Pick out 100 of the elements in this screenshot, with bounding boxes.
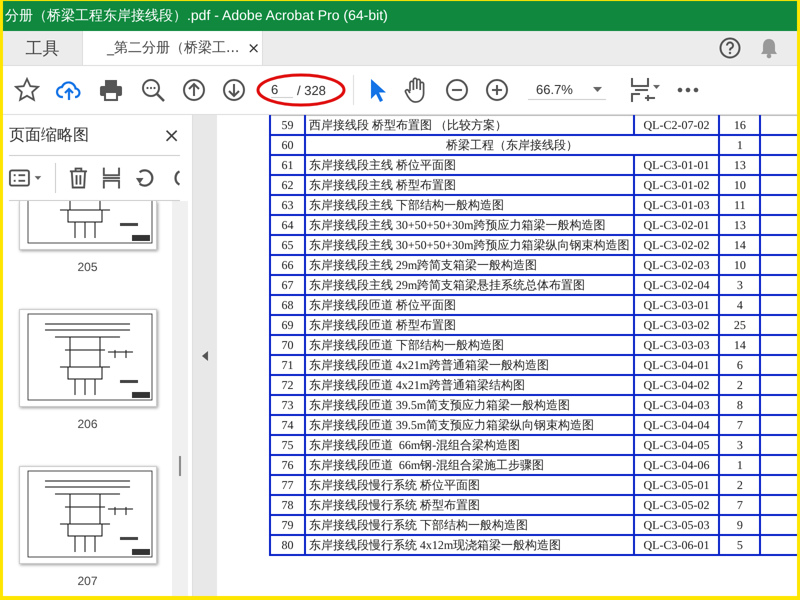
print-icon[interactable] [98, 78, 124, 102]
star-icon[interactable] [14, 77, 40, 103]
table-cell: 西岸接线段 桥型布置图 （比较方案） [304, 116, 634, 135]
table-cell: 东岸接线段匝道 39.5m简支预应力箱梁一般构造图 [304, 395, 634, 415]
table-cell: 东岸接线段慢行系统 4x12m现浇箱梁一般构造图 [304, 535, 634, 555]
close-panel-button[interactable]: × [163, 123, 180, 147]
table-cell: 1 [719, 135, 760, 155]
table-cell: 东岸接线段匝道 桥型布置图 [304, 315, 634, 335]
table-cell: 66 [270, 255, 305, 275]
zoom-dropdown[interactable]: 66.7% [528, 80, 606, 100]
table-cell: 68 [270, 295, 305, 315]
table-cell: QL-C3-04-02 [634, 375, 720, 395]
table-cell: 1 [719, 455, 760, 475]
table-cell: 11 [719, 195, 760, 215]
table-cell: 62 [270, 175, 305, 195]
table-cell: QL-C3-03-01 [634, 295, 720, 315]
page-thumbnail[interactable] [18, 466, 156, 564]
table-cell: 东岸接线段主线 下部结构一般构造图 [304, 195, 634, 215]
table-cell: 8 [719, 395, 760, 415]
table-cell: 76 [270, 455, 305, 475]
page-number-field[interactable]: 6 [271, 82, 293, 98]
table-cell: 9 [719, 515, 760, 535]
options-icon[interactable] [9, 168, 44, 188]
table-cell: QL-C3-04-04 [634, 415, 720, 435]
collapse-arrow-icon[interactable] [202, 350, 208, 360]
page-fit-icon[interactable] [628, 76, 661, 104]
table-cell: 7 [719, 495, 760, 515]
caret-icon [592, 87, 602, 92]
table-cell: 78 [270, 495, 305, 515]
table-cell: 7 [719, 415, 760, 435]
table-cell: QL-C3-04-01 [634, 355, 720, 375]
table-cell: 16 [719, 116, 760, 135]
table-cell: 东岸接线段匝道 4x21m跨普通箱梁一般构造图 [304, 355, 634, 375]
table-cell: QL-C3-02-02 [634, 235, 720, 255]
table-cell: 14 [719, 335, 760, 355]
table-cell: 5 [719, 535, 760, 555]
help-icon[interactable] [719, 37, 741, 59]
table-cell: 79 [270, 515, 305, 535]
next-page-icon[interactable] [222, 78, 246, 102]
table-cell: QL-C3-01-03 [634, 195, 720, 215]
table-cell: QL-C3-02-04 [634, 275, 720, 295]
page-thumbnail[interactable] [18, 309, 156, 407]
table-cell: 东岸接线段匝道 39.5m简支预应力箱梁纵向钢束构造图 [304, 415, 634, 435]
table-cell: QL-C3-04-06 [634, 455, 720, 475]
table-cell: 10 [719, 255, 760, 275]
table-cell: 72 [270, 375, 305, 395]
table-cell: 67 [270, 275, 305, 295]
table-cell: 80 [270, 535, 305, 555]
table-cell: 东岸接线段慢行系统 桥位平面图 [304, 475, 634, 495]
table-cell: 东岸接线段匝道 66m钢-混组合梁施工步骤图 [304, 455, 634, 475]
page-label: 207 [77, 574, 98, 588]
table-cell: 东岸接线段匝道 下部结构一般构造图 [304, 335, 634, 355]
table-cell: 2 [719, 475, 760, 495]
table-cell: 71 [270, 355, 305, 375]
table-cell: 3 [719, 275, 760, 295]
trash-icon[interactable] [68, 166, 89, 190]
table-cell: QL-C3-05-01 [634, 475, 720, 495]
table-cell: QL-C3-01-02 [634, 175, 720, 195]
zoom-in-icon[interactable] [485, 78, 509, 102]
previous-page-icon[interactable] [182, 78, 206, 102]
table-cell: 73 [270, 395, 305, 415]
scrollbar[interactable] [172, 201, 188, 596]
zoom-out-icon[interactable] [445, 78, 469, 102]
table-cell: 6 [719, 355, 760, 375]
zoom-search-icon[interactable] [140, 77, 166, 103]
table-cell: 东岸接线段主线 29m跨简支箱梁悬挂系统总体布置图 [304, 275, 634, 295]
table-cell: 东岸接线段主线 30+50+50+30m跨预应力箱梁纵向钢束构造图 [304, 235, 634, 255]
table-cell: QL-C3-03-02 [634, 315, 720, 335]
table-cell: 77 [270, 475, 305, 495]
close-tab-button[interactable]: × [247, 39, 260, 57]
table-cell: 东岸接线段主线 桥位平面图 [304, 155, 634, 175]
table-cell: 东岸接线段慢行系统 下部结构一般构造图 [304, 515, 634, 535]
page-label: 205 [77, 260, 98, 274]
page-thumbnail[interactable] [18, 201, 156, 250]
insert-page-icon[interactable] [100, 166, 122, 190]
table-cell: 60 [270, 135, 305, 155]
table-cell: QL-C3-02-03 [634, 255, 720, 275]
table-cell: QL-C3-05-03 [634, 515, 720, 535]
table-cell: 东岸接线段匝道 4x21m跨普通箱梁结构图 [304, 375, 634, 395]
more-icon[interactable] [676, 87, 699, 93]
table-cell: 74 [270, 415, 305, 435]
table-cell: 13 [719, 215, 760, 235]
tab[interactable]: _第二分册（桥梁工... × [83, 31, 263, 65]
window-title: 分册（桥梁工程东岸接线段）.pdf - Adobe Acrobat Pro (64-bit) [4, 7, 388, 25]
table-cell: QL-C3-05-02 [634, 495, 720, 515]
table-cell: QL-C3-02-01 [634, 215, 720, 235]
table-cell: 13 [719, 155, 760, 175]
table-cell: 东岸接线段主线 桥型布置图 [304, 175, 634, 195]
table-cell: 61 [270, 155, 305, 175]
table-cell: 64 [270, 215, 305, 235]
table-cell: 75 [270, 435, 305, 455]
table-cell: 69 [270, 315, 305, 335]
table-cell: 25 [719, 315, 760, 335]
page-count: / 328 [297, 82, 326, 98]
panel-title: 页面缩略图 [9, 124, 89, 146]
table-cell: 3 [719, 435, 760, 455]
table-cell: 10 [719, 175, 760, 195]
table-cell: 2 [719, 375, 760, 395]
table-cell: 东岸接线段匝道 桥位平面图 [304, 295, 634, 315]
table-cell: 65 [270, 235, 305, 255]
